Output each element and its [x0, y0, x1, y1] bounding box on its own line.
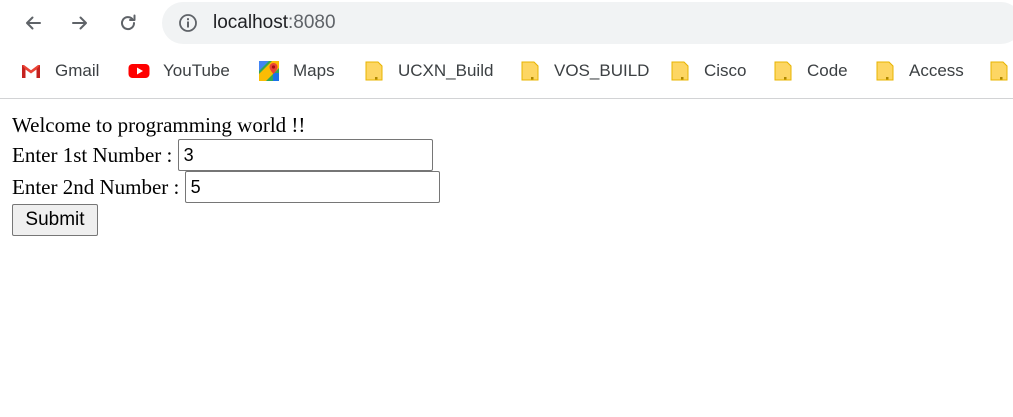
bookmark-folder-vos-build[interactable]: VOS_BUILD [519, 52, 649, 90]
youtube-icon [128, 60, 150, 82]
url-host: localhost [213, 12, 288, 33]
bookmark-gmail[interactable]: Gmail [20, 52, 99, 90]
info-icon[interactable] [178, 13, 198, 33]
first-number-input[interactable] [177, 139, 433, 171]
url-port: :8080 [288, 12, 336, 33]
address-bar[interactable]: localhost:8080 [162, 2, 1013, 44]
reload-icon [121, 14, 136, 31]
folder-icon [669, 60, 691, 82]
page-heading: Welcome to programming world !! [12, 113, 306, 137]
submit-button[interactable]: Submit [12, 204, 98, 236]
bookmarks-bar: Gmail YouTube Maps UCXN_Build VOS_BUILD … [0, 52, 1013, 90]
back-button[interactable] [16, 6, 50, 40]
arrow-right-icon [72, 16, 87, 30]
gmail-icon [20, 60, 42, 82]
reload-button[interactable] [111, 6, 145, 40]
field-1st-number-label: Enter 1st Number : [12, 142, 173, 167]
folder-icon [363, 60, 385, 82]
bookmark-label: VOS_BUILD [554, 61, 650, 80]
field-2nd-number-label: Enter 2nd Number : [12, 174, 180, 199]
url-text[interactable]: localhost:8080 [213, 12, 336, 34]
bookmark-label: Cisco [704, 61, 747, 80]
bookmark-maps[interactable]: Maps [258, 52, 335, 90]
bookmark-folder-overflow[interactable] [988, 52, 1013, 90]
bookmark-folder-ucxn-build[interactable]: UCXN_Build [363, 52, 493, 90]
folder-icon [988, 60, 1010, 82]
bookmark-label: YouTube [163, 61, 230, 80]
bookmark-folder-code[interactable]: Code [772, 52, 848, 90]
bookmark-label: UCXN_Build [398, 61, 494, 80]
field-2nd-number-row: Enter 2nd Number : [12, 171, 440, 203]
arrow-left-icon [26, 16, 41, 30]
bookmark-folder-cisco[interactable]: Cisco [669, 52, 747, 90]
toolbar-divider [0, 98, 1013, 99]
folder-icon [519, 60, 541, 82]
bookmark-folder-access[interactable]: Access [874, 52, 964, 90]
browser-toolbar: localhost:8080 Gmail YouTube Maps UCXN_B… [0, 0, 1013, 99]
bookmark-label: Gmail [55, 61, 100, 80]
bookmark-label: Code [807, 61, 848, 80]
second-number-input[interactable] [184, 171, 440, 203]
folder-icon [772, 60, 794, 82]
folder-icon [874, 60, 896, 82]
bookmark-youtube[interactable]: YouTube [128, 52, 230, 90]
forward-button[interactable] [63, 6, 97, 40]
bookmark-label: Maps [293, 61, 335, 80]
field-1st-number-row: Enter 1st Number : [12, 139, 433, 171]
bookmark-label: Access [909, 61, 964, 80]
maps-icon [258, 60, 280, 82]
